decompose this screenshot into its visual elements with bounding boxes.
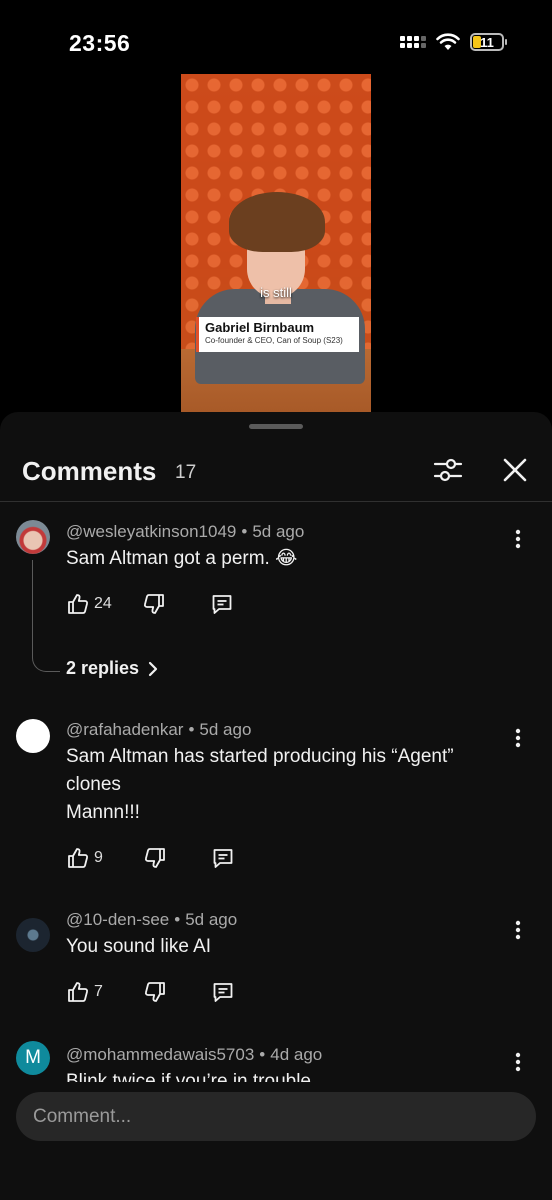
comment-time: 4d ago [270, 1045, 323, 1064]
battery-level: 11 [480, 34, 494, 50]
thumbs-down-icon [144, 848, 165, 868]
close-icon[interactable] [499, 454, 531, 486]
comment-author[interactable]: @wesleyatkinson1049 [66, 522, 236, 541]
video-caption: is still [260, 285, 292, 300]
comment-time: 5d ago [199, 720, 252, 739]
reply-button[interactable] [211, 846, 235, 870]
comment-time: 5d ago [185, 910, 238, 929]
comments-title: Comments [22, 456, 157, 486]
reply-comment-icon [212, 595, 232, 614]
comment-input-bar[interactable] [16, 1092, 536, 1141]
comment-text-line: Sam Altman has started producing his “Ag… [66, 746, 454, 767]
comment-text: Sam Altman has started producing his “Ag… [66, 743, 506, 827]
comment-item: @10-den-see • 5d ago You sound like AI 7 [0, 900, 552, 1022]
more-options-icon[interactable] [506, 524, 530, 554]
comment-text-line: Mannn!!! [66, 802, 140, 823]
comments-sheet: Comments 17 @wesleyatkinson1049 • 5d ago S… [0, 412, 552, 1200]
chevron-right-icon [148, 661, 158, 676]
comment-author[interactable]: @10-den-see [66, 910, 169, 929]
wifi-icon [436, 33, 460, 50]
cellular-signal-icon [400, 36, 426, 48]
comment-text: You sound like AI [66, 936, 212, 957]
comment-item: @rafahadenkar • 5d ago Sam Altman has star… [0, 710, 552, 892]
like-button[interactable]: 24 [66, 592, 112, 616]
comments-header: Comments 17 [0, 442, 552, 502]
video-person-hair [229, 192, 325, 252]
dislike-button[interactable] [142, 592, 166, 616]
comments-count: 17 [175, 462, 197, 483]
comment-actions: 7 [66, 978, 235, 1006]
more-options-icon[interactable] [506, 915, 530, 945]
comment-item: M @mohammedawais5703 • 4d ago Blink twice … [0, 1036, 552, 1082]
reply-comment-icon [213, 983, 233, 1002]
comment-actions: 9 [66, 844, 235, 872]
comment-text: Blink twice if you’re in trouble [66, 1071, 311, 1082]
thumbs-down-icon [143, 594, 164, 614]
lower-third-card: Gabriel Birnbaum Co-founder & CEO, Can o… [196, 317, 359, 352]
avatar[interactable] [16, 520, 50, 554]
thumbs-down-icon [144, 982, 165, 1002]
avatar-letter: M [25, 1047, 41, 1068]
filter-icon[interactable] [432, 454, 464, 486]
comment-author[interactable]: @rafahadenkar [66, 720, 183, 739]
comment-text-line: clones [66, 774, 121, 795]
like-count: 7 [94, 983, 103, 1000]
comment-meta: @wesleyatkinson1049 • 5d ago [66, 522, 305, 541]
drag-handle[interactable] [249, 424, 303, 429]
comment-meta: @10-den-see • 5d ago [66, 910, 238, 929]
replies-label: 2 replies [66, 658, 140, 678]
comment-author[interactable]: @mohammedawais5703 [66, 1045, 254, 1064]
more-options-icon[interactable] [506, 723, 530, 753]
thread-connector [32, 560, 60, 672]
comment-text: Sam Altman got a perm. 😂 [66, 548, 298, 569]
lower-third-role: Co-founder & CEO, Can of Soup (S23) [205, 336, 343, 345]
more-options-icon[interactable] [506, 1047, 530, 1077]
comment-time: 5d ago [252, 522, 305, 541]
like-button[interactable]: 7 [66, 980, 103, 1004]
video-player[interactable]: is still Gabriel Birnbaum Co-founder & C… [181, 74, 371, 412]
comment-meta: @rafahadenkar • 5d ago [66, 720, 252, 739]
comment-meta: @mohammedawais5703 • 4d ago [66, 1045, 323, 1064]
comment-input[interactable] [16, 1092, 536, 1141]
dislike-button[interactable] [143, 980, 167, 1004]
comments-list: @wesleyatkinson1049 • 5d ago Sam Altman go… [0, 504, 552, 1082]
thumbs-up-icon [68, 848, 89, 868]
status-icons: 11 [400, 33, 507, 51]
battery-icon: 11 [470, 33, 507, 51]
status-time: 23:56 [69, 30, 131, 56]
thumbs-up-icon [68, 594, 89, 614]
reply-button[interactable] [211, 980, 235, 1004]
like-count: 24 [94, 595, 112, 612]
lower-third-name: Gabriel Birnbaum [205, 320, 315, 335]
like-button[interactable]: 9 [66, 846, 103, 870]
view-replies-button[interactable]: 2 replies [66, 658, 159, 679]
comment-actions: 24 [66, 590, 234, 618]
reply-button[interactable] [210, 592, 234, 616]
avatar[interactable] [16, 719, 50, 753]
dislike-button[interactable] [143, 846, 167, 870]
avatar[interactable]: M [16, 1041, 50, 1075]
avatar[interactable] [16, 918, 50, 952]
comment-item: @wesleyatkinson1049 • 5d ago Sam Altman go… [0, 504, 552, 694]
like-count: 9 [94, 849, 103, 866]
thumbs-up-icon [68, 982, 89, 1002]
reply-comment-icon [213, 849, 233, 868]
status-bar: 23:56 11 [0, 0, 552, 80]
